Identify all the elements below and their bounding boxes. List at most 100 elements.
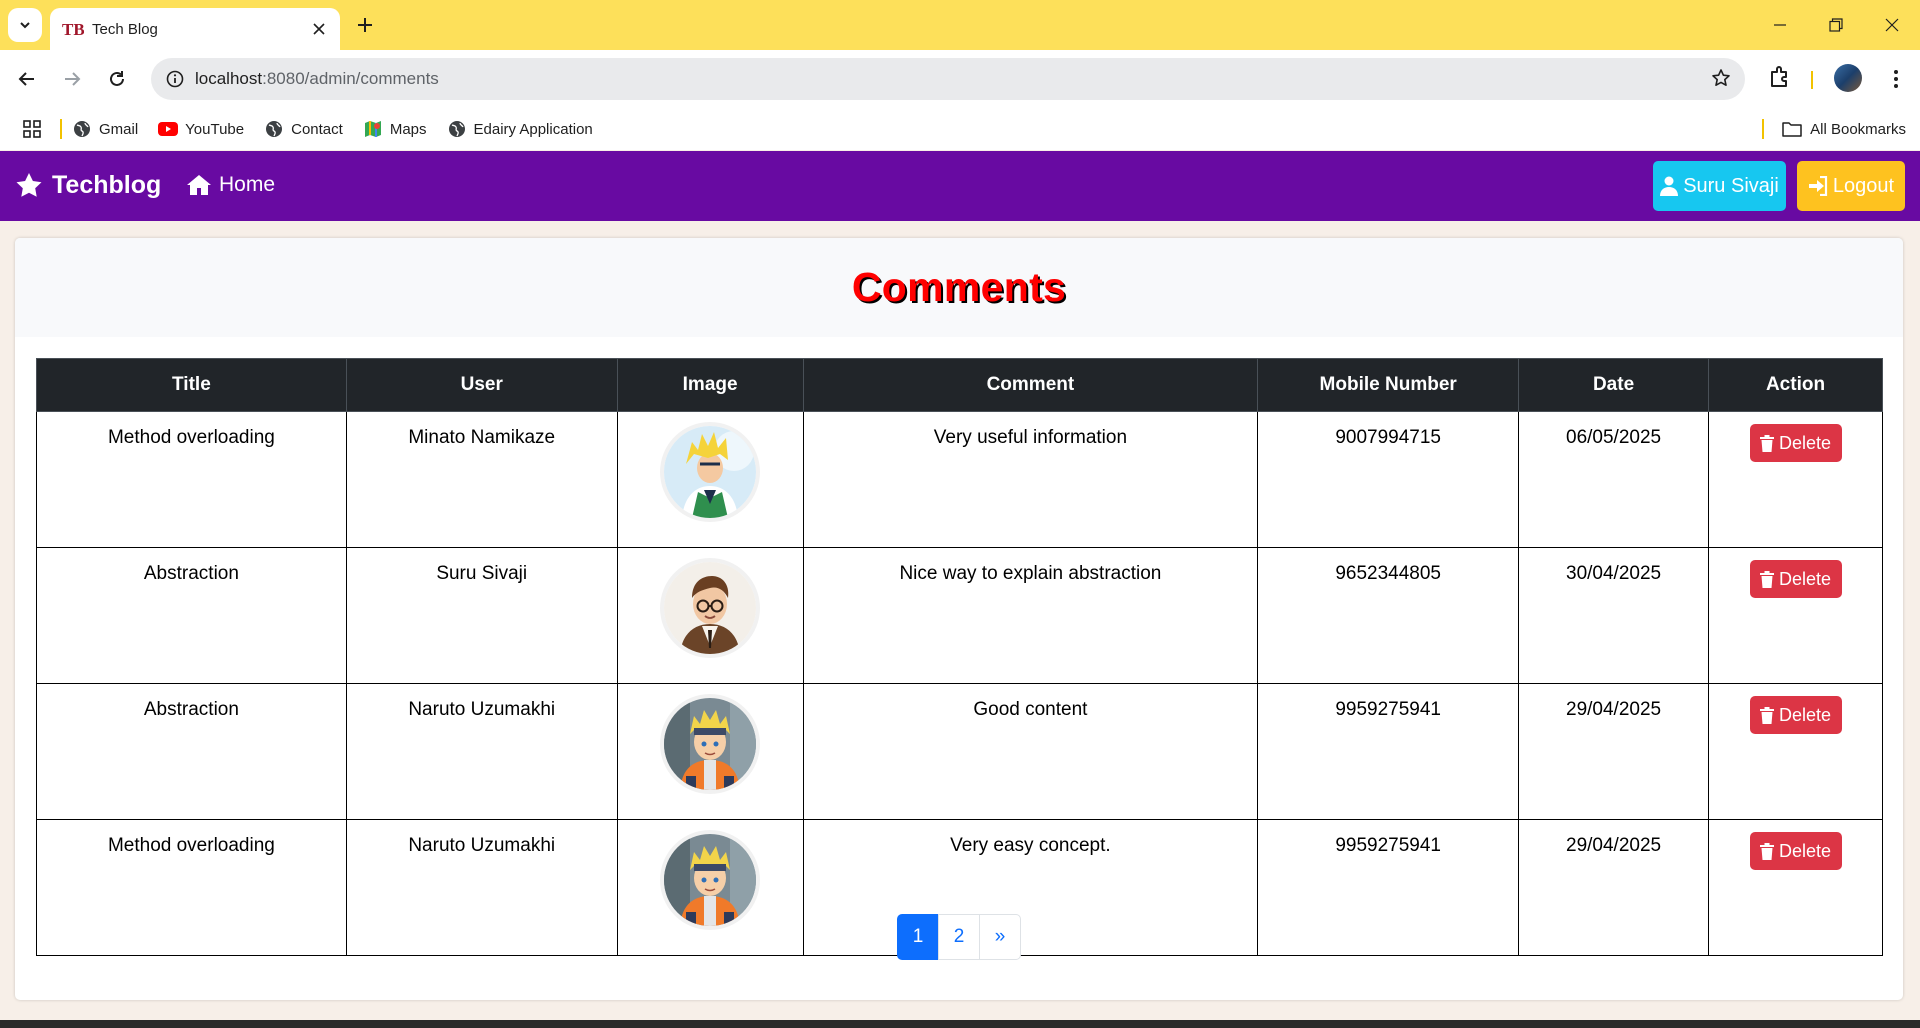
delete-button[interactable]: Delete [1749, 424, 1842, 462]
home-icon [187, 175, 211, 195]
cell-title: Method overloading [36, 411, 347, 548]
page-next-link[interactable]: » [979, 914, 1021, 960]
bookmarks-divider [1762, 119, 1765, 139]
cell-action: Delete [1708, 411, 1883, 548]
column-header-title: Title [36, 358, 347, 412]
user-icon [1660, 176, 1679, 196]
bookmarks-bar: Gmail YouTube Contact Maps Edairy Applic… [0, 108, 1920, 150]
toolbar-divider [1811, 71, 1813, 89]
globe-icon [447, 119, 467, 139]
browser-tab-bar: TB Tech Blog [0, 0, 1920, 50]
browser-tab-active[interactable]: TB Tech Blog [50, 8, 340, 50]
tab-search-button[interactable] [8, 8, 42, 42]
cell-title: Method overloading [36, 819, 347, 956]
cell-user: Suru Sivaji [345, 547, 618, 684]
techblog-favicon-icon: TB [62, 19, 84, 39]
cell-image [616, 547, 804, 684]
close-window-button[interactable] [1864, 0, 1920, 50]
folder-icon [1782, 121, 1802, 137]
profile-avatar[interactable] [1834, 64, 1862, 92]
cell-title: Abstraction [36, 547, 347, 684]
bookmark-star-icon[interactable] [1711, 68, 1731, 93]
table-header-row: Title User Image Comment Mobile Number D… [36, 358, 1883, 412]
cell-date: 29/04/2025 [1518, 819, 1710, 956]
column-header-action: Action [1708, 358, 1883, 412]
bookmark-label: Gmail [99, 120, 139, 138]
tab-title: Tech Blog [92, 20, 158, 38]
delete-button[interactable]: Delete [1749, 560, 1842, 598]
user-avatar [660, 558, 761, 658]
delete-label: Delete [1778, 432, 1832, 453]
table-row: Abstraction Suru Sivaji Nice way to expl… [36, 547, 1883, 684]
cell-comment: Very useful information [802, 411, 1259, 548]
delete-button[interactable]: Delete [1749, 832, 1842, 870]
comments-table: Title User Image Comment Mobile Number D… [36, 358, 1883, 956]
address-bar[interactable]: localhost:8080/admin/comments [151, 58, 1745, 100]
column-header-user: User [345, 358, 618, 412]
plus-icon [358, 18, 372, 32]
table-row: Abstraction Naruto Uzumakhi Good content… [36, 683, 1883, 820]
new-tab-button[interactable] [352, 12, 378, 38]
home-label: Home [219, 173, 276, 196]
svg-text:TB: TB [62, 20, 84, 39]
bookmark-label: Edairy Application [473, 120, 593, 138]
cell-date: 30/04/2025 [1518, 547, 1710, 684]
cell-comment: Good content [802, 683, 1259, 820]
bookmark-gmail[interactable]: Gmail [72, 119, 138, 139]
page-link-1[interactable]: 1 [897, 914, 939, 960]
back-button[interactable] [11, 63, 43, 95]
cell-date: 29/04/2025 [1518, 683, 1710, 820]
forward-button[interactable] [56, 63, 88, 95]
bookmark-youtube[interactable]: YouTube [158, 119, 244, 139]
star-icon [16, 173, 42, 197]
page-title: Comments [851, 264, 1067, 310]
trash-icon [1759, 570, 1774, 588]
restore-button[interactable] [1808, 0, 1864, 50]
trash-icon [1759, 434, 1774, 452]
browser-menu-icon[interactable] [1880, 63, 1912, 95]
minimize-icon [1774, 24, 1786, 26]
cell-action: Delete [1708, 683, 1883, 820]
cell-title: Abstraction [36, 683, 347, 820]
taskbar-edge [0, 1020, 1920, 1028]
tab-close-icon[interactable] [308, 18, 330, 40]
pagination: 1 2 » [897, 914, 1021, 960]
cell-action: Delete [1708, 819, 1883, 956]
globe-icon [264, 119, 284, 139]
logout-button[interactable]: Logout [1797, 161, 1905, 211]
cell-date: 06/05/2025 [1518, 411, 1710, 548]
url-host: localhost [195, 69, 263, 88]
sign-in-icon [1808, 176, 1828, 196]
bookmark-contact[interactable]: Contact [264, 119, 343, 139]
brand-link[interactable]: Techblog [15, 171, 161, 200]
cell-image [616, 411, 804, 548]
user-name: Suru Sivaji [1683, 174, 1779, 197]
bookmark-maps[interactable]: Maps [363, 119, 427, 139]
all-bookmarks[interactable]: All Bookmarks [1762, 108, 1920, 150]
chevron-down-icon [20, 22, 30, 29]
app-navbar: Techblog Home Suru Sivaji Logout [0, 151, 1920, 221]
column-header-image: Image [616, 358, 804, 412]
reload-button[interactable] [101, 63, 133, 95]
user-avatar [660, 694, 761, 794]
column-header-date: Date [1518, 358, 1710, 412]
minimize-button[interactable] [1752, 0, 1808, 50]
browser-toolbar: localhost:8080/admin/comments [0, 50, 1920, 108]
cell-mobile: 9959275941 [1257, 683, 1520, 820]
site-info-icon[interactable] [155, 70, 195, 88]
extensions-puzzle-icon[interactable] [1767, 63, 1795, 96]
bookmark-edairy[interactable]: Edairy Application [447, 119, 593, 139]
maps-icon [363, 119, 383, 139]
delete-label: Delete [1778, 568, 1832, 589]
home-link[interactable]: Home [186, 173, 275, 197]
all-bookmarks-label: All Bookmarks [1810, 120, 1906, 138]
reload-icon [110, 71, 124, 86]
page-link-2[interactable]: 2 [938, 914, 980, 960]
delete-button[interactable]: Delete [1749, 696, 1842, 734]
window-controls [1752, 0, 1920, 50]
bookmarks-divider [60, 119, 62, 139]
url-text: localhost:8080/admin/comments [195, 69, 439, 89]
apps-grid-icon[interactable] [22, 119, 42, 139]
user-profile-button[interactable]: Suru Sivaji [1653, 161, 1786, 211]
table-row: Method overloading Minato Namikaze Very … [36, 411, 1883, 548]
